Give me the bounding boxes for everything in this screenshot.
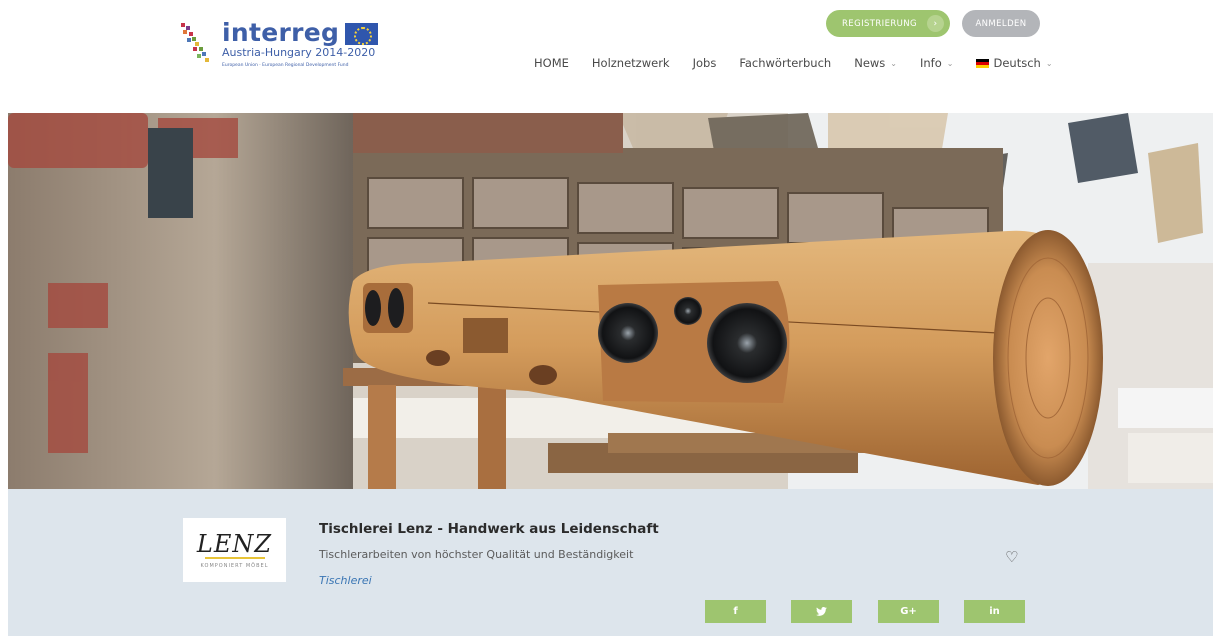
company-logo-underline <box>204 556 265 559</box>
chevron-down-icon: ⌄ <box>1045 58 1053 68</box>
linkedin-icon: in <box>989 606 1000 617</box>
language-selector[interactable]: Deutsch ⌄ <box>976 56 1053 70</box>
german-flag-icon <box>976 58 990 68</box>
company-name: Tischlerei Lenz - Handwerk aus Leidensch… <box>319 521 659 537</box>
nav-label: Holznetzwerk <box>591 56 670 70</box>
company-logo-sub: KOMPONIERT MÖBEL <box>200 562 269 569</box>
company-category-link[interactable]: Tischlerei <box>319 574 372 587</box>
interreg-mark-icon <box>178 20 218 64</box>
google-plus-icon: G+ <box>900 606 917 617</box>
company-card: LENZ KOMPONIERT MÖBEL Tischlerei Lenz - … <box>8 489 1213 636</box>
arrow-right-icon: › <box>927 15 944 32</box>
nav-label: Deutsch <box>993 56 1041 70</box>
company-logo-brand: LENZ <box>196 529 273 558</box>
nav-item-holznetzwerk[interactable]: Holznetzwerk <box>592 56 670 70</box>
twitter-icon <box>816 607 827 616</box>
nav-label: Fachwörterbuch <box>739 56 832 70</box>
nav-item-home[interactable]: HOME <box>534 56 569 70</box>
login-label: ANMELDEN <box>975 18 1027 29</box>
interreg-tagline: European Union · European Regional Devel… <box>222 63 349 68</box>
interreg-logo[interactable]: interreg Austria-Hungary 2014-2020 Europ… <box>178 18 379 74</box>
main-nav: HOME Holznetzwerk Jobs Fachwörterbuch Ne… <box>534 56 1076 70</box>
register-button[interactable]: REGISTRIERUNG › <box>826 10 950 37</box>
twitter-share-button[interactable] <box>791 600 852 623</box>
nav-item-info[interactable]: Info ⌄ <box>920 56 953 70</box>
nav-label: Jobs <box>692 56 717 70</box>
chevron-down-icon: ⌄ <box>946 58 954 68</box>
linkedin-share-button[interactable]: in <box>964 600 1025 623</box>
login-button[interactable]: ANMELDEN <box>962 10 1040 37</box>
nav-label: News <box>854 56 886 70</box>
nav-label: Info <box>920 56 942 70</box>
nav-item-jobs[interactable]: Jobs <box>693 56 717 70</box>
nav-item-news[interactable]: News ⌄ <box>854 56 897 70</box>
facebook-share-button[interactable]: f <box>705 600 766 623</box>
chevron-down-icon: ⌄ <box>890 58 897 68</box>
google-plus-share-button[interactable]: G+ <box>878 600 939 623</box>
interreg-subtitle: Austria-Hungary 2014-2020 <box>222 46 376 59</box>
company-logo[interactable]: LENZ KOMPONIERT MÖBEL <box>183 518 286 582</box>
interreg-logo-text: interreg Austria-Hungary 2014-2020 Europ… <box>222 18 379 69</box>
nav-item-fachwoerterbuch[interactable]: Fachwörterbuch <box>739 56 831 70</box>
eu-flag-icon <box>345 23 379 45</box>
hero-image <box>8 113 1213 489</box>
nav-label: HOME <box>534 56 569 70</box>
heart-outline-icon[interactable]: ♡ <box>1005 548 1018 566</box>
page: interreg Austria-Hungary 2014-2020 Europ… <box>0 0 1213 636</box>
interreg-wordmark: interreg <box>222 18 340 47</box>
facebook-icon: f <box>733 606 738 617</box>
register-label: REGISTRIERUNG <box>842 18 918 29</box>
company-description: Tischlerarbeiten von höchster Qualität u… <box>319 548 634 561</box>
